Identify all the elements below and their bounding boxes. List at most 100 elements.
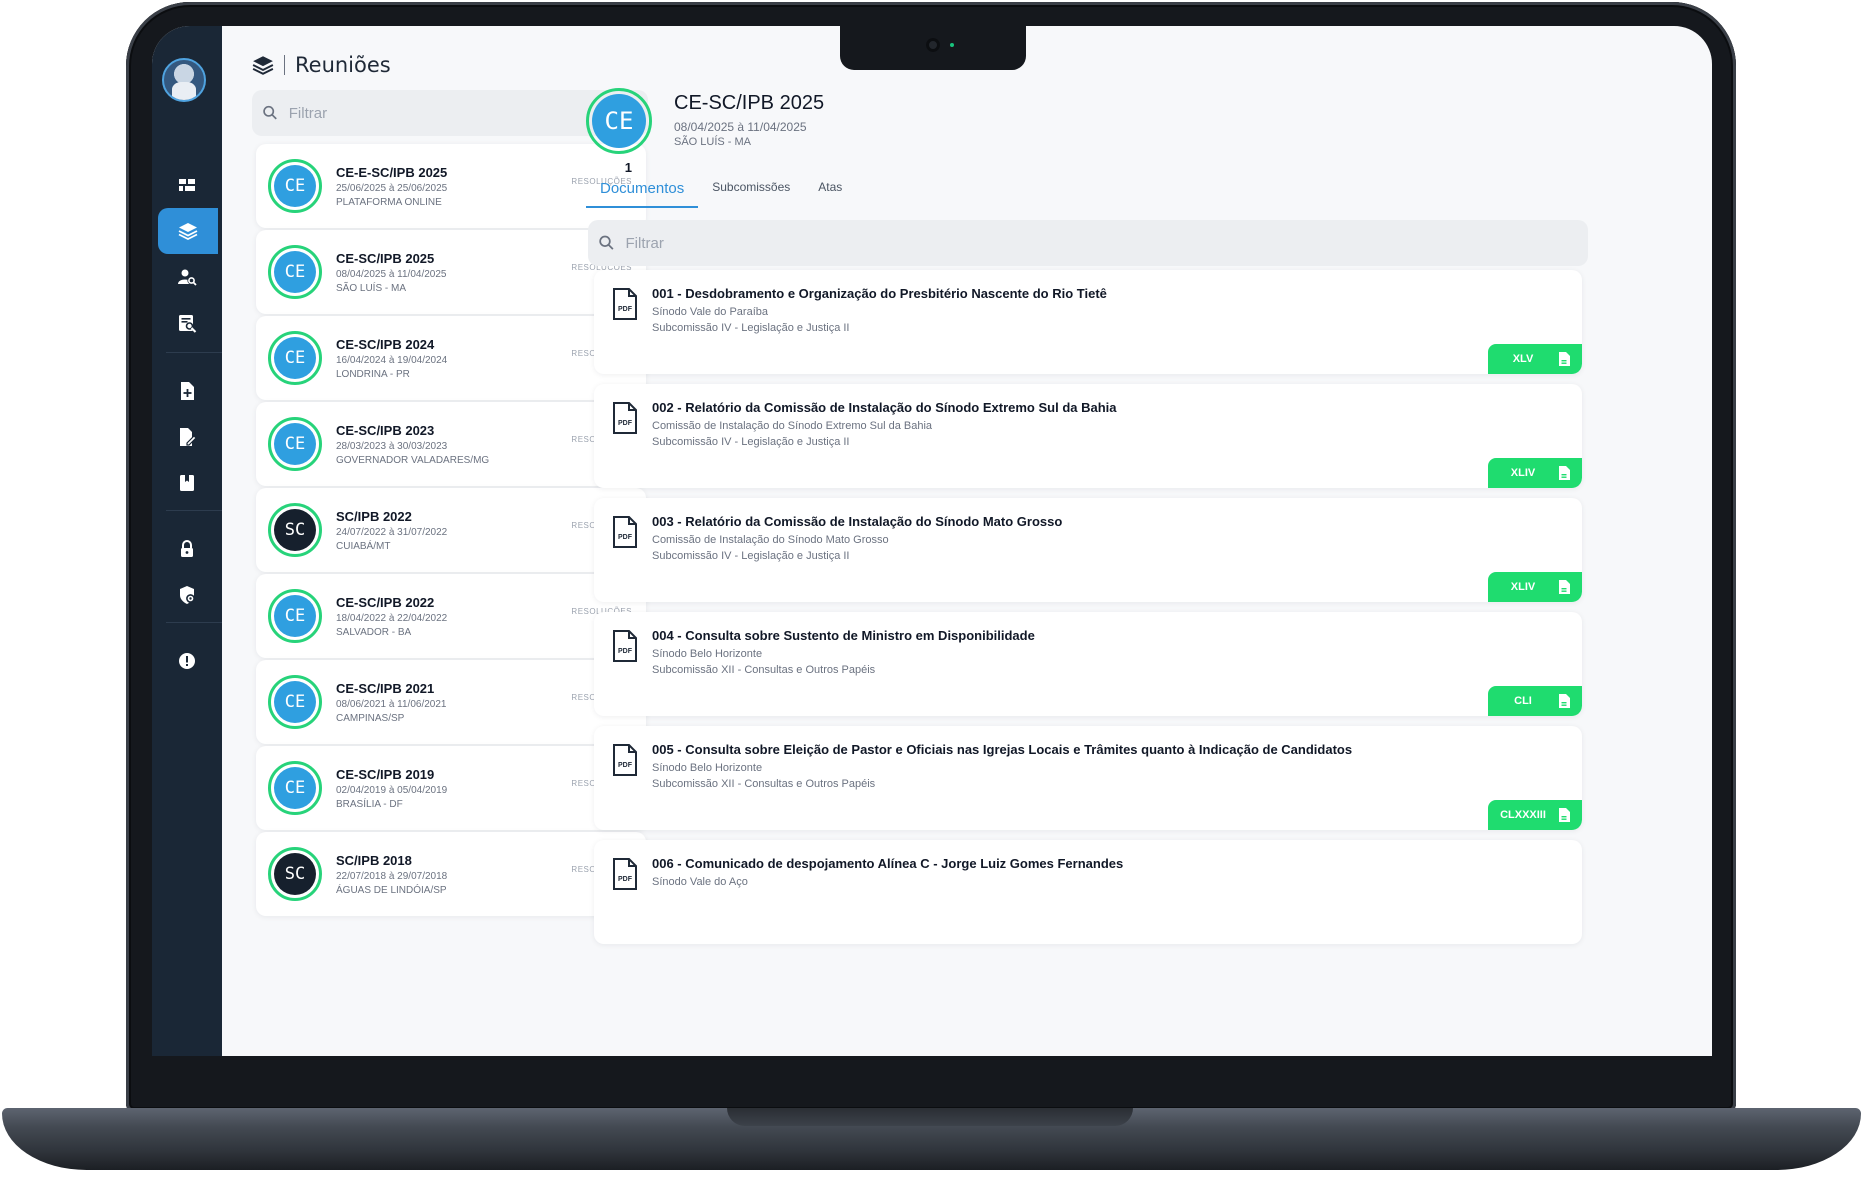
nav-document-search[interactable] (152, 300, 222, 346)
search-icon (263, 105, 277, 120)
document-search-icon (179, 315, 197, 333)
nav-book[interactable] (152, 460, 222, 506)
meeting-place: SALVADOR - BA (336, 626, 412, 638)
user-avatar[interactable] (162, 58, 206, 102)
meeting-badge-ring: CE (268, 159, 322, 213)
resolution-tag-label: XLIV (1510, 581, 1536, 593)
camera-notch (840, 26, 1026, 70)
document-card[interactable]: PDF 004 - Consulta sobre Sustento de Min… (594, 612, 1582, 716)
document-title: 004 - Consulta sobre Sustento de Ministr… (652, 628, 1035, 643)
document-title: 003 - Relatório da Comissão de Instalaçã… (652, 514, 1063, 529)
meeting-card[interactable]: SC SC/IPB 2018 22/07/2018 à 29/07/2018 ÁGU… (256, 832, 646, 916)
add-document-icon (181, 382, 194, 400)
meeting-card[interactable]: CE CE-SC/IPB 2024 16/04/2024 à 19/04/2024… (256, 316, 646, 400)
layers-icon (178, 223, 198, 241)
meeting-card[interactable]: SC SC/IPB 2022 24/07/2022 à 31/07/2022 CUI… (256, 488, 646, 572)
document-card[interactable]: PDF 002 - Relatório da Comissão de Insta… (594, 384, 1582, 488)
tab-documentos[interactable]: Documentos (586, 168, 699, 208)
document-subcommission: Subcomissão IV - Legislação e Justiça II (652, 550, 850, 562)
meeting-date: 18/04/2022 à 22/04/2022 (336, 612, 448, 624)
svg-text:PDF: PDF (618, 876, 633, 883)
meeting-badge: CE (274, 423, 316, 465)
tab-atas[interactable]: Atas (804, 168, 856, 208)
document-origin: Comissão de Instalação do Sínodo Mato Gr… (652, 534, 889, 546)
sidebar-divider (166, 352, 222, 353)
meeting-card[interactable]: CE CE-SC/IPB 2023 28/03/2023 à 30/03/2023… (256, 402, 646, 486)
meeting-name: CE-SC/IPB 2024 (336, 336, 435, 352)
meeting-badge: SC (274, 509, 316, 551)
resolution-tag-button[interactable]: CLI (1488, 686, 1582, 716)
dashboard-icon (179, 179, 195, 191)
pdf-file-icon: PDF (613, 516, 637, 548)
resolution-tag-label: CLI (1514, 695, 1532, 707)
nav-lock[interactable] (152, 526, 222, 572)
meeting-name: SC/IPB 2018 (336, 852, 412, 868)
document-title: 005 - Consulta sobre Eleição de Pastor e… (652, 742, 1353, 757)
meeting-badge-ring: SC (268, 847, 322, 901)
nav-add-document[interactable] (152, 368, 222, 414)
page-header: Reuniões (252, 50, 391, 80)
resolution-tag-button[interactable]: XLIV (1488, 572, 1582, 602)
document-search-box (588, 220, 1588, 266)
nav-meetings[interactable] (158, 208, 218, 254)
resolution-tag-button[interactable]: XLIV (1488, 458, 1582, 488)
nav-shield-settings[interactable] (152, 572, 222, 618)
meeting-place: LONDRINA - PR (336, 368, 410, 380)
resolution-tag-label: CLXXXIII (1500, 809, 1546, 821)
search-icon (599, 235, 614, 250)
meeting-badge: CE (274, 165, 316, 207)
nav-user-search[interactable] (152, 254, 222, 300)
meeting-place: CAMPINAS/SP (336, 712, 405, 724)
detail-badge-ring: CE (586, 88, 652, 154)
meeting-badge-ring: CE (268, 589, 322, 643)
document-card[interactable]: PDF 003 - Relatório da Comissão de Insta… (594, 498, 1582, 602)
document-origin: Sínodo Vale do Paraíba (652, 306, 768, 318)
document-search-input[interactable] (625, 234, 1588, 252)
meeting-badge-ring: CE (268, 761, 322, 815)
document-card[interactable]: PDF 001 - Desdobramento e Organização do… (594, 270, 1582, 374)
svg-text:PDF: PDF (618, 534, 633, 541)
laptop-opening-lip (727, 1108, 1133, 1126)
meeting-place: SÃO LUÍS - MA (336, 282, 407, 294)
document-subcommission: Subcomissão IV - Legislação e Justiça II (652, 436, 850, 448)
document-origin: Sínodo Vale do Aço (652, 876, 748, 888)
file-icon (1559, 808, 1570, 822)
meeting-badge: CE (274, 767, 316, 809)
meeting-card[interactable]: CE CE-SC/IPB 2019 02/04/2019 à 05/04/2019… (256, 746, 646, 830)
meeting-name: SC/IPB 2022 (336, 508, 412, 524)
meeting-badge-ring: CE (268, 417, 322, 471)
nav-alert[interactable] (152, 638, 222, 684)
meeting-badge-ring: SC (268, 503, 322, 557)
icon-sidebar (152, 26, 222, 1056)
user-search-icon (178, 269, 197, 286)
meeting-badge-ring: CE (268, 331, 322, 385)
document-title: 001 - Desdobramento e Organização do Pre… (652, 286, 1107, 301)
pdf-file-icon: PDF (613, 630, 637, 662)
file-icon (1559, 466, 1570, 480)
resolution-tag-button[interactable]: CLXXXIII (1488, 800, 1582, 830)
meeting-place: PLATAFORMA ONLINE (336, 196, 442, 208)
document-card[interactable]: PDF 006 - Comunicado de despojamento Alí… (594, 840, 1582, 944)
meeting-card[interactable]: CE CE-SC/IPB 2021 08/06/2021 à 11/06/2021… (256, 660, 646, 744)
meeting-date: 02/04/2019 à 05/04/2019 (336, 784, 448, 796)
meeting-date: 08/06/2021 à 11/06/2021 (336, 698, 447, 710)
meeting-place: ÁGUAS DE LINDÓIA/SP (336, 884, 447, 896)
meeting-place: CUIABÁ/MT (336, 540, 391, 552)
document-subcommission: Subcomissão XII - Consultas e Outros Pap… (652, 778, 876, 790)
resolution-tag-button[interactable]: XLV (1488, 344, 1582, 374)
nav-dashboard[interactable] (152, 162, 222, 208)
meeting-badge-ring: CE (268, 675, 322, 729)
pdf-file-icon: PDF (613, 288, 637, 320)
svg-text:PDF: PDF (618, 420, 633, 427)
tab-subcomissoes[interactable]: Subcomissões (698, 168, 804, 208)
meeting-date: 28/03/2023 à 30/03/2023 (336, 440, 448, 452)
resolution-tag-label: XLV (1512, 353, 1534, 365)
page-title: Reuniões (295, 53, 391, 77)
meeting-badge: SC (274, 853, 316, 895)
meeting-badge: CE (274, 337, 316, 379)
meeting-name: CE-SC/IPB 2025 (336, 250, 435, 266)
document-card[interactable]: PDF 005 - Consulta sobre Eleição de Past… (594, 726, 1582, 830)
svg-text:PDF: PDF (618, 648, 633, 655)
nav-edit-document[interactable] (152, 414, 222, 460)
meeting-card[interactable]: CE CE-SC/IPB 2022 18/04/2022 à 22/04/2022… (256, 574, 646, 658)
